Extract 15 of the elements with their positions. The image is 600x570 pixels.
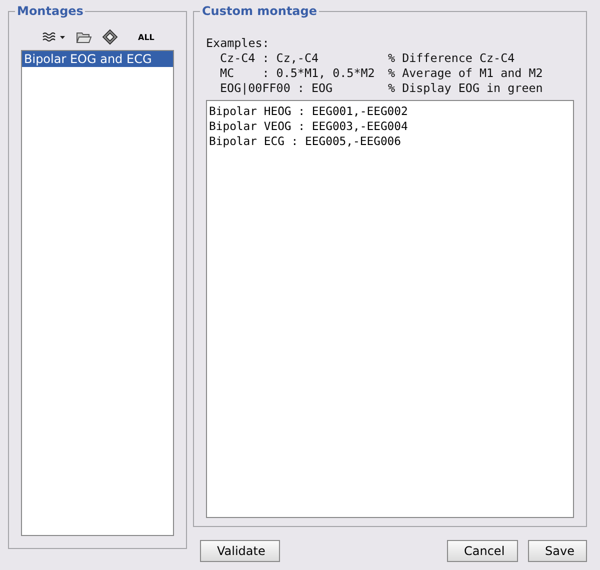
- montage-editor-field[interactable]: Bipolar HEOG : EEG001,-EEG002 Bipolar VEOG : EEG003,-EEG004 Bipolar ECG : EEG005,-EEG006: [206, 100, 574, 518]
- example-comment: % Average of M1 and M2: [388, 66, 543, 81]
- save-button[interactable]: Save: [528, 540, 587, 562]
- example-expression: EOG|00FF00 : EOG: [220, 81, 334, 96]
- examples-title: Examples:: [206, 36, 270, 51]
- example-expression: Cz-C4 : Cz,-C4: [220, 51, 320, 66]
- validate-button[interactable]: Validate: [200, 540, 280, 562]
- example-comment: % Display EOG in green: [388, 81, 543, 96]
- example-expression: MC : 0.5*M1, 0.5*M2: [220, 66, 376, 81]
- example-comment: % Difference Cz-C4: [388, 51, 515, 66]
- all-button[interactable]: ALL: [135, 32, 158, 42]
- panel-title: Montages: [16, 4, 84, 18]
- cancel-button[interactable]: Cancel: [447, 540, 518, 562]
- panel-title: Custom montage: [201, 4, 318, 18]
- montage-list-item[interactable]: Bipolar EOG and ECG: [22, 51, 173, 67]
